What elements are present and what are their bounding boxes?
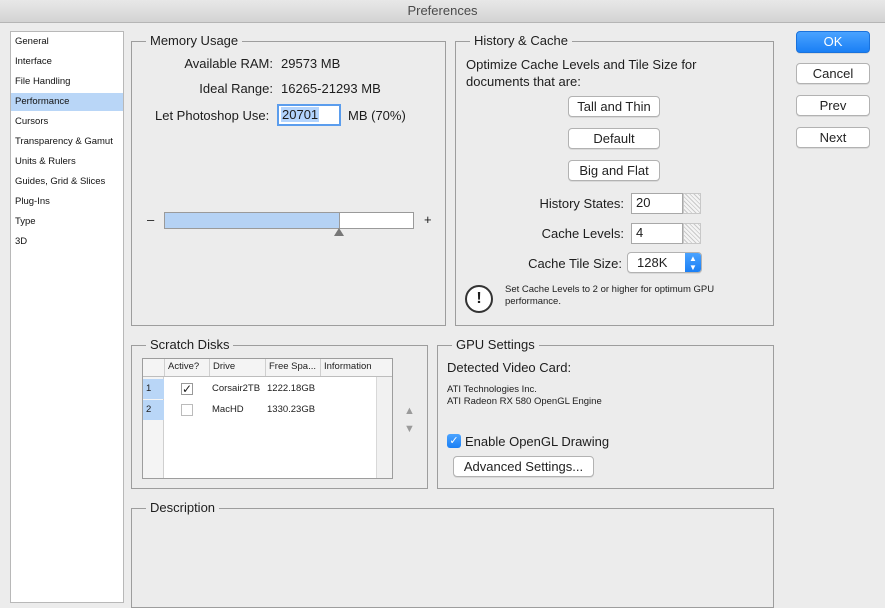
description-legend: Description [146,500,220,516]
memory-use-input[interactable]: 20701 [277,104,341,126]
free-space: 1330.23GB [267,404,316,415]
slider-min-label: – [147,212,155,227]
sidebar-item-general[interactable]: General [11,33,123,51]
cache-tile-size-select[interactable]: 128K ▲ ▼ [627,252,702,273]
scratch-disks-table: Active? Drive Free Spa... Information 1 … [142,358,393,479]
next-button[interactable]: Next [796,127,870,148]
cache-tile-size-label: Cache Tile Size: [528,256,622,271]
history-states-stepper[interactable] [683,193,701,214]
cache-levels-label: Cache Levels: [541,226,624,241]
history-states-label: History States: [539,196,624,211]
header-active[interactable]: Active? [168,361,199,372]
ideal-range-value: 16265-21293 MB [281,81,381,96]
header-corner [143,359,165,376]
detected-video-card-label: Detected Video Card: [447,360,572,375]
memory-use-value: 20701 [281,107,320,122]
cache-levels-warning: Set Cache Levels to 2 or higher for opti… [505,284,715,307]
sidebar-item-interface[interactable]: Interface [11,53,123,71]
gpu-card: ATI Radeon RX 580 OpenGL Engine [447,396,602,407]
memory-usage-legend: Memory Usage [146,33,243,49]
row-number: 2 [143,400,164,420]
free-space: 1222.18GB [267,383,316,394]
sidebar-item-performance[interactable]: Performance [11,93,123,111]
header-free-space[interactable]: Free Spa... [269,361,316,372]
memory-slider-fill [165,213,340,228]
enable-opengl-label: Enable OpenGL Drawing [465,434,610,449]
table-header: Active? Drive Free Spa... Information [143,359,392,377]
tall-and-thin-button[interactable]: Tall and Thin [568,96,660,117]
cache-optimize-description: Optimize Cache Levels and Tile Size for … [466,57,697,89]
sidebar-item-cursors[interactable]: Cursors [11,113,123,131]
row-number: 1 [143,379,164,399]
ok-button[interactable]: OK [796,31,870,53]
active-checkbox[interactable]: ✓ [181,383,193,395]
memory-slider-track[interactable] [164,212,414,229]
move-down-icon[interactable]: ▼ [404,420,415,438]
prev-button[interactable]: Prev [796,95,870,116]
move-up-icon[interactable]: ▲ [404,402,415,420]
let-photoshop-use-label: Let Photoshop Use: [155,108,270,123]
updown-chevron-icon: ▲ ▼ [685,253,701,272]
header-information[interactable]: Information [324,361,372,372]
sidebar-item-3d[interactable]: 3D [11,233,123,251]
available-ram-value: 29573 MB [281,56,341,71]
table-scrollbar[interactable] [376,377,392,478]
table-row[interactable]: 1 ✓ Corsair2TB 1222.18GB [143,379,377,399]
description-panel [131,508,774,608]
preferences-sidebar: General Interface File Handling Performa… [10,31,124,603]
header-divider [320,359,321,376]
default-button[interactable]: Default [568,128,660,149]
gpu-settings-legend: GPU Settings [452,337,539,353]
enable-opengl-checkbox[interactable]: ✓ [447,434,461,448]
window-title: Preferences [0,0,885,23]
history-cache-legend: History & Cache [470,33,572,49]
active-checkbox[interactable] [181,404,193,416]
table-row[interactable]: 2 MacHD 1330.23GB [143,400,377,420]
sidebar-item-type[interactable]: Type [11,213,123,231]
memory-use-unit: MB (70%) [348,108,406,123]
cache-tile-size-value: 128K [637,255,668,270]
advanced-settings-button[interactable]: Advanced Settings... [453,456,594,477]
drive-name: MacHD [212,404,244,415]
checkmark-icon: ✓ [449,435,459,447]
available-ram-label: Available RAM: [184,56,273,71]
header-divider [265,359,266,376]
sidebar-item-transparency-gamut[interactable]: Transparency & Gamut [11,133,123,151]
header-drive[interactable]: Drive [213,361,235,372]
header-divider [209,359,210,376]
sidebar-item-plug-ins[interactable]: Plug-Ins [11,193,123,211]
checkmark-icon: ✓ [182,382,193,396]
gpu-vendor: ATI Technologies Inc. [447,384,537,395]
history-states-input[interactable]: 20 [631,193,683,214]
warning-icon: ! [465,285,493,313]
big-and-flat-button[interactable]: Big and Flat [568,160,660,181]
sidebar-item-file-handling[interactable]: File Handling [11,73,123,91]
drive-name: Corsair2TB [212,383,261,394]
sidebar-item-units-rulers[interactable]: Units & Rulers [11,153,123,171]
slider-max-label: + [424,212,432,227]
cache-levels-input[interactable]: 4 [631,223,683,244]
scratch-disks-legend: Scratch Disks [146,337,234,353]
sidebar-item-guides-grid-slices[interactable]: Guides, Grid & Slices [11,173,123,191]
cancel-button[interactable]: Cancel [796,63,870,84]
cache-levels-stepper[interactable] [683,223,701,244]
memory-slider-thumb[interactable] [334,228,344,236]
ideal-range-label: Ideal Range: [199,81,273,96]
